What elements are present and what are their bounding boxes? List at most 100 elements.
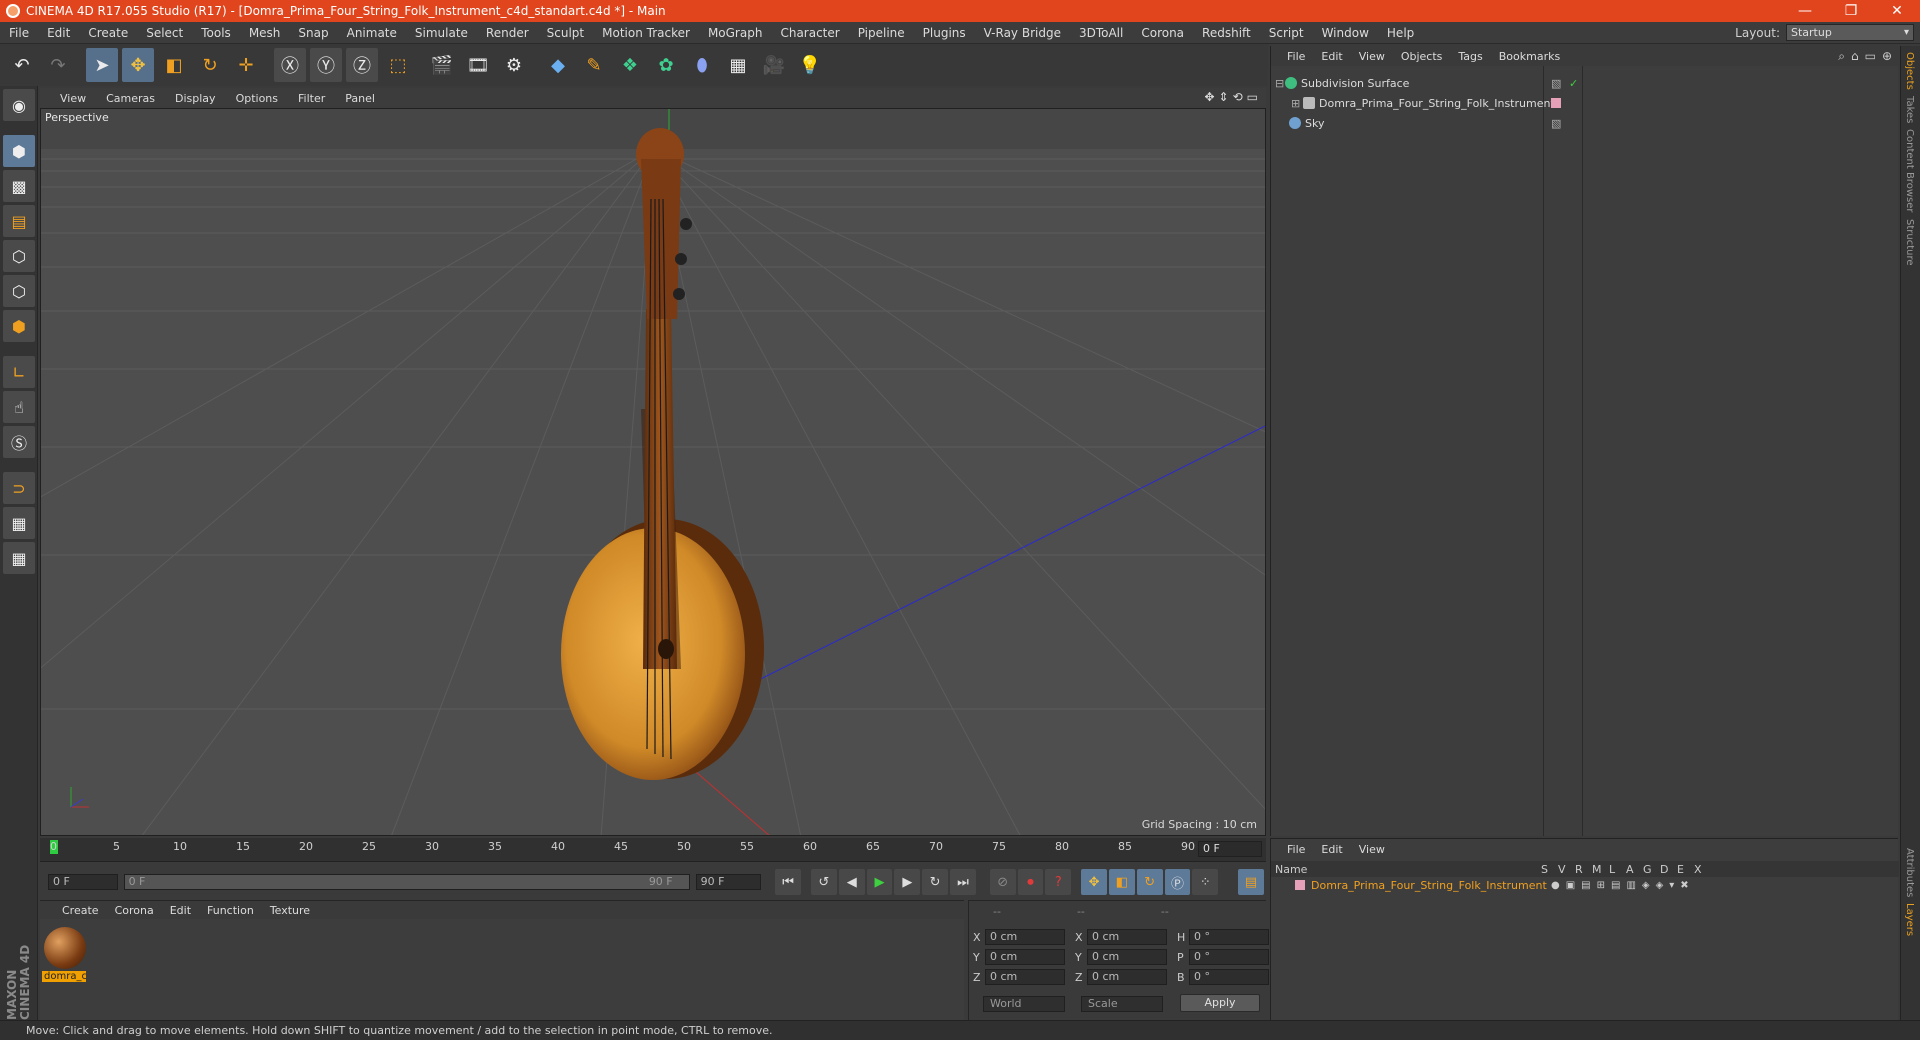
key-pla-icon[interactable]: ⁘ xyxy=(1192,869,1219,895)
object-row[interactable]: ⊞ Domra_Prima_Four_String_Folk_Instrumen… xyxy=(1275,94,1895,112)
layer-color-swatch[interactable] xyxy=(1551,98,1561,108)
zoom-view-icon[interactable]: ⇕ xyxy=(1219,90,1229,104)
z-axis-lock-icon[interactable]: Ⓩ xyxy=(346,48,378,82)
obj-menu-objects[interactable]: Objects xyxy=(1393,50,1451,63)
menu-plugins[interactable]: Plugins xyxy=(914,26,975,40)
pen-spline-icon[interactable]: ✎ xyxy=(578,48,610,82)
menu-window[interactable]: Window xyxy=(1313,26,1378,40)
vp-menu-filter[interactable]: Filter xyxy=(288,92,335,105)
rotation-h-field[interactable]: 0 ° xyxy=(1189,929,1269,945)
deformer-icon[interactable]: ⬮ xyxy=(686,48,718,82)
timeline-window-icon[interactable]: ▤ xyxy=(1238,869,1264,895)
previous-frame-icon[interactable]: ◀ xyxy=(838,869,865,895)
previous-key-icon[interactable]: ↺ xyxy=(810,869,837,895)
camera-icon[interactable]: 🎥 xyxy=(758,48,790,82)
menu-3dtoall[interactable]: 3DToAll xyxy=(1070,26,1132,40)
undo-icon[interactable]: ↶ xyxy=(6,48,38,82)
obj-menu-view[interactable]: View xyxy=(1351,50,1393,63)
render-settings-icon[interactable]: ⚙ xyxy=(498,48,530,82)
size-y-field[interactable]: 0 cm xyxy=(1087,949,1167,965)
layer-menu-edit[interactable]: Edit xyxy=(1313,843,1350,856)
rotation-b-field[interactable]: 0 ° xyxy=(1189,969,1269,985)
menu-tools[interactable]: Tools xyxy=(192,26,240,40)
viewport-perspective[interactable]: Perspective Grid Spacing : 10 cm xyxy=(40,108,1266,836)
frame-range-slider[interactable]: 0 F 90 F xyxy=(123,874,690,890)
next-frame-icon[interactable]: ▶ xyxy=(894,869,921,895)
home-icon[interactable]: ⌂ xyxy=(1851,49,1859,64)
y-axis-lock-icon[interactable]: Ⓨ xyxy=(310,48,342,82)
menu-mograph[interactable]: MoGraph xyxy=(699,26,772,40)
key-rotation-icon[interactable]: ↻ xyxy=(1136,869,1163,895)
subdivision-icon[interactable]: ❖ xyxy=(614,48,646,82)
menu-help[interactable]: Help xyxy=(1378,26,1423,40)
layer-color-swatch[interactable] xyxy=(1295,880,1305,890)
layer-menu-file[interactable]: File xyxy=(1279,843,1313,856)
obj-menu-file[interactable]: File xyxy=(1279,50,1313,63)
menu-animate[interactable]: Animate xyxy=(338,26,406,40)
rotate-tool-icon[interactable]: ↻ xyxy=(194,48,226,82)
new-window-icon[interactable]: ▭ xyxy=(1865,49,1876,64)
current-frame-field[interactable]: 0 F xyxy=(1198,841,1262,857)
motion-record-icon[interactable]: ⊘ xyxy=(989,869,1016,895)
layer-menu-view[interactable]: View xyxy=(1351,843,1393,856)
menu-create[interactable]: Create xyxy=(79,26,137,40)
vp-menu-view[interactable]: View xyxy=(50,92,96,105)
apply-button[interactable]: Apply xyxy=(1180,994,1260,1012)
menu-redshift[interactable]: Redshift xyxy=(1193,26,1260,40)
menu-edit[interactable]: Edit xyxy=(38,26,79,40)
light-icon[interactable]: 💡 xyxy=(794,48,826,82)
vp-menu-panel[interactable]: Panel xyxy=(335,92,385,105)
enabled-check-icon[interactable]: ✓ xyxy=(1569,77,1578,90)
layer-toggle-icons[interactable]: ●▣▤⊞▤▥◈◈▾✖ xyxy=(1551,880,1695,891)
live-selection-icon[interactable]: ➤ xyxy=(86,48,118,82)
mograph-cloner-icon[interactable]: ✿ xyxy=(650,48,682,82)
workplane-lock-icon[interactable]: ▦ xyxy=(3,507,35,539)
start-frame-field[interactable]: 0 F xyxy=(48,874,118,890)
lock-icon[interactable]: ⊕ xyxy=(1882,49,1892,64)
toggle-view-icon[interactable]: ▭ xyxy=(1247,90,1258,104)
menu-render[interactable]: Render xyxy=(477,26,538,40)
timeline-ruler[interactable]: 0 5 10 15 20 25 30 35 40 45 50 55 60 65 … xyxy=(40,838,1266,862)
menu-select[interactable]: Select xyxy=(137,26,192,40)
floor-environment-icon[interactable]: ▦ xyxy=(722,48,754,82)
mat-menu-texture[interactable]: Texture xyxy=(262,904,318,917)
close-button[interactable]: ✕ xyxy=(1874,0,1920,22)
polygons-mode-icon[interactable]: ⬢ xyxy=(3,310,35,342)
pan-view-icon[interactable]: ✥ xyxy=(1204,90,1214,104)
obj-menu-edit[interactable]: Edit xyxy=(1313,50,1350,63)
axis-mode-icon[interactable]: ∟ xyxy=(3,356,35,388)
coordinate-system-icon[interactable]: ⬚ xyxy=(382,48,414,82)
tab-content-browser[interactable]: Content Browser xyxy=(1904,129,1915,212)
size-mode-dropdown[interactable]: Scale xyxy=(1081,996,1163,1012)
key-param-icon[interactable]: Ⓟ xyxy=(1164,869,1191,895)
vp-menu-options[interactable]: Options xyxy=(226,92,288,105)
tab-structure[interactable]: Structure xyxy=(1904,219,1915,266)
layer-row[interactable]: Domra_Prima_Four_String_Folk_Instrument … xyxy=(1271,877,1899,893)
menu-pipeline[interactable]: Pipeline xyxy=(849,26,914,40)
layout-dropdown[interactable]: Startup xyxy=(1786,24,1914,41)
obj-menu-bookmarks[interactable]: Bookmarks xyxy=(1491,50,1568,63)
go-to-end-icon[interactable]: ⏭ xyxy=(950,869,976,895)
menu-vray-bridge[interactable]: V-Ray Bridge xyxy=(975,26,1070,40)
menu-mesh[interactable]: Mesh xyxy=(240,26,290,40)
search-icon[interactable]: ⌕ xyxy=(1838,49,1845,64)
magnet-icon[interactable]: ⊃ xyxy=(3,472,35,504)
scale-tool-icon[interactable]: ◧ xyxy=(158,48,190,82)
size-x-field[interactable]: 0 cm xyxy=(1087,929,1167,945)
play-forward-icon[interactable]: ▶ xyxy=(866,869,893,895)
menu-motion-tracker[interactable]: Motion Tracker xyxy=(593,26,699,40)
rotation-p-field[interactable]: 0 ° xyxy=(1189,949,1269,965)
coordinate-mode-dropdown[interactable]: World xyxy=(983,996,1065,1012)
menu-sculpt[interactable]: Sculpt xyxy=(538,26,593,40)
mat-menu-edit[interactable]: Edit xyxy=(162,904,199,917)
record-active-icon[interactable]: ⏺ xyxy=(1017,869,1044,895)
texture-mode-icon[interactable]: ▩ xyxy=(3,170,35,202)
menu-character[interactable]: Character xyxy=(771,26,848,40)
menu-script[interactable]: Script xyxy=(1260,26,1313,40)
minimize-button[interactable]: — xyxy=(1782,0,1828,22)
move-tool-icon[interactable]: ✥ xyxy=(122,48,154,82)
grid-icon[interactable]: ▦ xyxy=(3,542,35,574)
position-y-field[interactable]: 0 cm xyxy=(985,949,1065,965)
go-to-start-icon[interactable]: ⏮ xyxy=(775,869,802,895)
end-frame-field[interactable]: 90 F xyxy=(695,874,762,890)
